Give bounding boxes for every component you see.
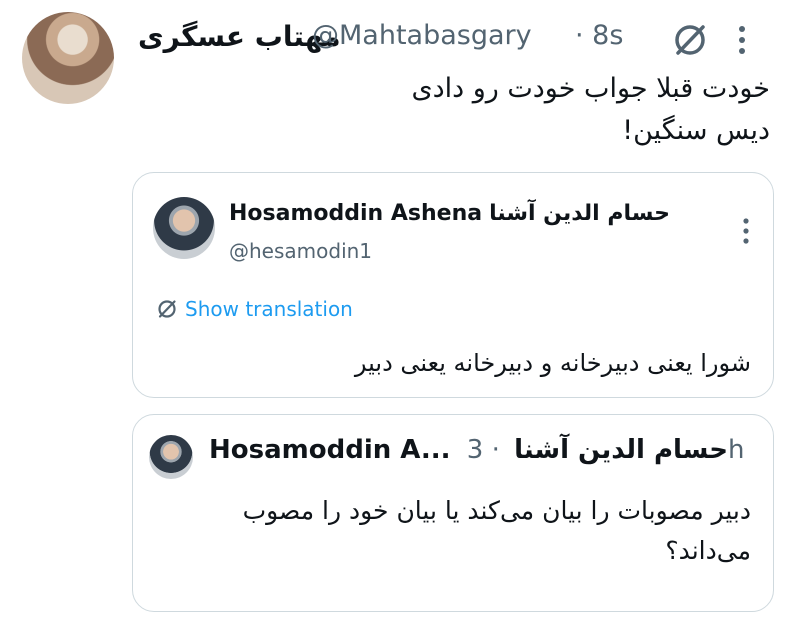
- grok-icon[interactable]: [670, 20, 710, 60]
- quoted-tweet-card[interactable]: Hosamoddin Ashena حسام الدین آشنا @hesam…: [132, 172, 774, 398]
- quoted-tweet-text: دبیر مصوبات را بیان می‌کند یا بیان خود ر…: [242, 496, 751, 565]
- quoted-tweet-card[interactable]: Hosamoddin A... حسام الدین آشنا · 3h دبی…: [132, 414, 774, 612]
- quoted-author-name-en: Hosamoddin Ashena: [229, 201, 483, 226]
- quoted-author-name-en[interactable]: Hosamoddin A...: [209, 435, 451, 465]
- grok-icon: [158, 300, 176, 318]
- quoted-tweet-text: شورا یعنی دبیرخانه و دبیرخانه یعنی دبیر: [354, 349, 751, 377]
- quoted-tweet-header: Hosamoddin A... حسام الدین آشنا · 3h: [209, 435, 744, 465]
- quoted-author-name[interactable]: Hosamoddin Ashena حسام الدین آشنا: [229, 201, 678, 226]
- tweet-text: خودت قبلا جواب خودت رو دادی دیس سنگین!: [130, 68, 770, 152]
- tweet-timestamp[interactable]: · 8s: [575, 20, 623, 51]
- quoted-author-name-fa: حسام الدین آشنا: [489, 201, 671, 226]
- more-vertical-icon[interactable]: [736, 24, 748, 56]
- author-name[interactable]: مهتاب عسگری: [138, 20, 341, 53]
- author-handle[interactable]: @Mahtabasgary: [312, 20, 532, 51]
- author-avatar[interactable]: [22, 12, 114, 104]
- tweet-text-line: خودت قبلا جواب خودت رو دادی: [411, 73, 770, 104]
- tweet-text-line: دیس سنگین!: [622, 115, 770, 146]
- show-translation-label: Show translation: [185, 297, 353, 321]
- tweet-header: مهتاب عسگری @Mahtabasgary · 8s: [130, 18, 800, 60]
- quoted-author-avatar[interactable]: [149, 435, 193, 479]
- quoted-author-name-fa[interactable]: حسام الدین آشنا: [514, 435, 728, 465]
- quoted-author-avatar[interactable]: [153, 197, 215, 259]
- show-translation-link[interactable]: Show translation: [155, 297, 353, 321]
- quoted-author-handle[interactable]: @hesamodin1: [229, 239, 372, 263]
- more-vertical-icon[interactable]: [741, 217, 751, 245]
